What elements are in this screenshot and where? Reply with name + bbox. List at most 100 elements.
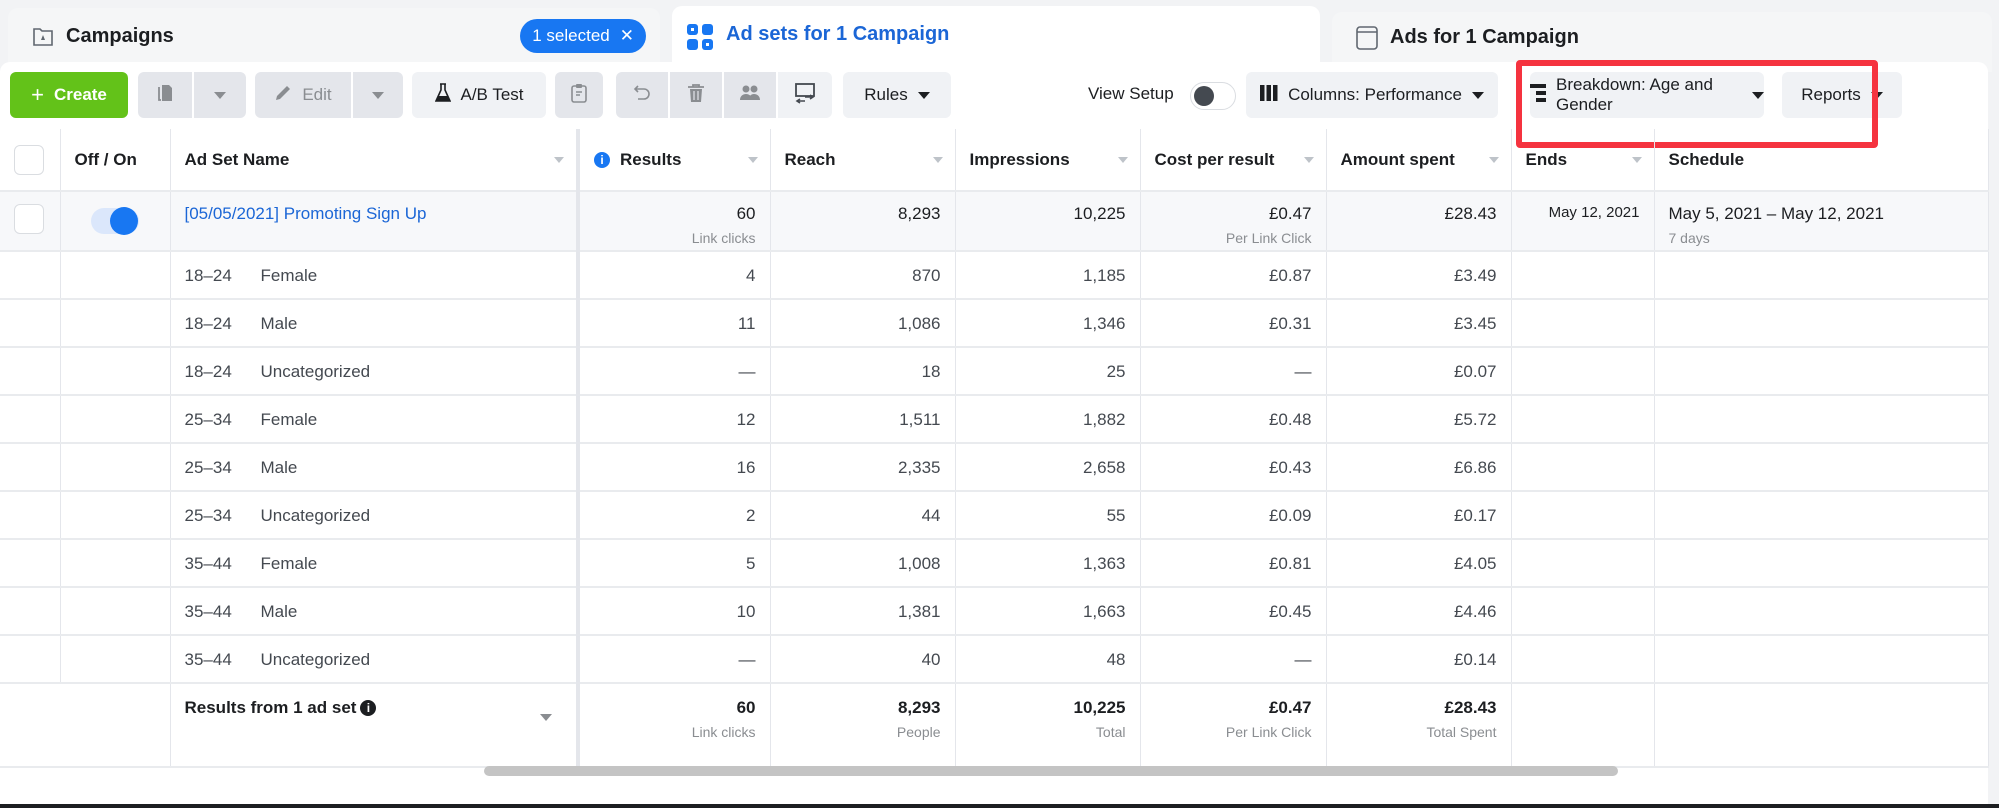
adset-row[interactable]: [05/05/2021] Promoting Sign Up 60 Link cl… [0, 191, 1989, 252]
age-label: 35–44 [184, 650, 232, 669]
row-empty-cell [0, 491, 61, 540]
select-all-checkbox[interactable] [14, 144, 44, 175]
toggle-knob [1194, 86, 1214, 106]
tab-adsets-label: Ad sets for 1 Campaign [726, 23, 950, 45]
reach-cell: 40 [770, 635, 956, 684]
info-icon[interactable]: i [594, 151, 610, 168]
toolbar: + Create Edit A/B Test Rules View Setup … [10, 60, 1980, 148]
columns-button[interactable]: Columns: Performance [1246, 72, 1498, 118]
create-button[interactable]: + Create [10, 72, 128, 118]
spent-cell: £3.45 [1326, 299, 1512, 348]
row-empty-cell [0, 395, 61, 444]
spent-cell: £4.46 [1326, 587, 1512, 636]
header-results[interactable]: i Results [578, 129, 771, 192]
breakdown-row: 35–44 Uncategorized —40 48— £0.14 [0, 635, 1989, 684]
row-checkbox[interactable] [14, 204, 44, 234]
edit-dropdown[interactable] [353, 72, 403, 118]
header-cpr[interactable]: Cost per result [1140, 129, 1327, 192]
totals-reach-sub: People [896, 724, 941, 740]
sort-icon[interactable] [1488, 157, 1499, 163]
cpr-cell: £0.09 [1140, 491, 1327, 540]
rules-label: Rules [864, 85, 908, 104]
people-icon [739, 84, 761, 107]
edit-button[interactable]: Edit [255, 72, 351, 118]
breakdown-label-cell: 25–34 Uncategorized [170, 491, 580, 540]
header-reach[interactable]: Reach [770, 129, 956, 192]
info-icon[interactable]: i [360, 700, 377, 716]
impressions-cell: 10,225 [955, 191, 1141, 252]
results-cell: 60 Link clicks [578, 191, 771, 252]
impressions-cell: 25 [955, 347, 1141, 396]
adset-name-link[interactable]: [05/05/2021] Promoting Sign Up [185, 204, 427, 223]
adset-toggle[interactable] [91, 207, 139, 235]
cpr-cell: £0.45 [1140, 587, 1327, 636]
spent-cell: £0.07 [1326, 347, 1512, 396]
ends-cell [1511, 443, 1655, 492]
reports-button[interactable]: Reports [1782, 72, 1902, 118]
gender-label: Female [260, 410, 318, 429]
age-label: 25–34 [184, 458, 232, 477]
sort-icon[interactable] [554, 157, 564, 163]
flask-icon [434, 82, 451, 108]
duplicate-button[interactable] [138, 72, 192, 118]
clipboard-button[interactable] [555, 72, 603, 118]
cpr-cell: £0.47 Per Link Click [1140, 191, 1327, 252]
schedule-value: May 5, 2021 – May 12, 2021 [1668, 204, 1884, 223]
header-name[interactable]: Ad Set Name [170, 129, 580, 192]
impressions-cell: 1,346 [955, 299, 1141, 348]
ad-window-icon [1356, 26, 1378, 56]
row-empty-cell [60, 539, 171, 588]
header-spent[interactable]: Amount spent [1326, 129, 1512, 192]
impressions-cell: 48 [955, 635, 1141, 684]
totals-empty [0, 683, 60, 768]
view-setup-toggle[interactable] [1190, 82, 1236, 110]
sort-icon[interactable] [1631, 157, 1642, 163]
sort-icon[interactable] [932, 157, 943, 163]
caret-down-icon[interactable] [540, 714, 552, 721]
header-results-label: Results [620, 149, 682, 169]
selected-badge-label: 1 selected [532, 26, 610, 45]
impressions-cell: 1,363 [955, 539, 1141, 588]
tab-adsets[interactable]: Ad sets for 1 Campaign [672, 6, 1320, 66]
breakdown-label-cell: 35–44 Uncategorized [170, 635, 580, 684]
ends-cell: May 12, 2021 [1511, 191, 1655, 252]
undo-button[interactable] [616, 72, 668, 118]
row-empty-cell [60, 299, 171, 348]
tab-campaigns[interactable]: Campaigns 1 selected ✕ [8, 8, 660, 68]
rules-button[interactable]: Rules [843, 72, 951, 118]
totals-impressions-value: 10,225 [1073, 698, 1126, 717]
breakdown-button[interactable]: Breakdown: Age and Gender [1530, 72, 1764, 118]
sort-icon[interactable] [1117, 157, 1128, 163]
duplicate-dropdown[interactable] [194, 72, 246, 118]
row-empty-cell [0, 347, 61, 396]
compare-button[interactable] [778, 72, 832, 118]
header-ends[interactable]: Ends [1511, 129, 1655, 192]
breakdown-row: 25–34 Uncategorized 2 44 55 £0.09 £0.17 [0, 491, 1989, 540]
header-off-on: Off / On [60, 129, 171, 192]
results-cell: — [578, 635, 771, 684]
results-sub: Link clicks [691, 230, 756, 246]
age-label: 25–34 [184, 506, 232, 525]
audience-button[interactable] [724, 72, 776, 118]
grid-icon [686, 23, 714, 57]
ends-cell [1511, 635, 1655, 684]
edit-label: Edit [302, 85, 332, 104]
cpr-cell: — [1140, 347, 1327, 396]
header-impressions[interactable]: Impressions [955, 129, 1141, 192]
delete-button[interactable] [670, 72, 722, 118]
clear-selection-icon[interactable]: ✕ [620, 26, 634, 46]
sort-icon[interactable] [1303, 157, 1314, 163]
sort-icon[interactable] [747, 157, 758, 163]
ab-test-button[interactable]: A/B Test [412, 72, 546, 118]
trash-icon [687, 83, 705, 108]
breakdown-label-cell: 18–24 Uncategorized [170, 347, 580, 396]
breakdown-row: 25–34 Female 12 1,511 1,882 £0.48 £5.72 [0, 395, 1989, 444]
horizontal-scrollbar[interactable] [484, 766, 1618, 776]
totals-row: Results from 1 ad set i 60 Link clicks 8,2… [0, 683, 1989, 768]
cpr-cell: £0.31 [1140, 299, 1327, 348]
row-select-cell [0, 191, 61, 252]
row-empty-cell [0, 539, 61, 588]
totals-reach: 8,293 People [770, 683, 956, 768]
caret-down-icon [1870, 91, 1883, 99]
selected-badge[interactable]: 1 selected ✕ [520, 19, 646, 53]
